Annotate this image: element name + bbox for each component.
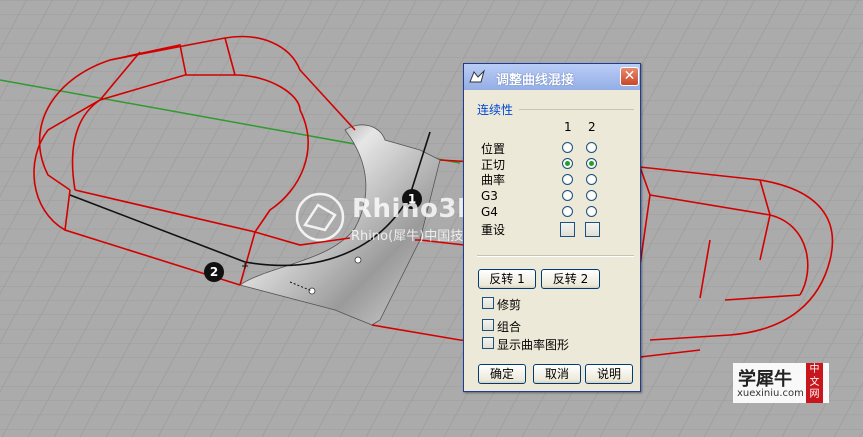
reset-label: 重设 bbox=[481, 223, 506, 237]
continuity-group-label: 连续性 bbox=[477, 103, 514, 117]
continuity-label-position: 位置 bbox=[481, 142, 506, 156]
radio-g4-end2[interactable] bbox=[586, 206, 597, 217]
reverse-2-button[interactable]: 反转 2 bbox=[541, 269, 600, 289]
brand-badge-text: 中文网 bbox=[809, 364, 820, 400]
brand-badge: 中文网 bbox=[806, 363, 823, 403]
help-button[interactable]: 说明 bbox=[585, 364, 633, 384]
radio-position-end2[interactable] bbox=[586, 142, 597, 153]
rhino-app-icon bbox=[469, 69, 485, 83]
reset-end2-button[interactable] bbox=[585, 222, 600, 237]
continuity-label-g3: G3 bbox=[481, 189, 498, 203]
group-divider bbox=[519, 109, 634, 110]
radio-tangency-end2[interactable] bbox=[586, 158, 597, 169]
show-curvature-checkbox[interactable] bbox=[482, 337, 494, 349]
brand-url: xuexiniu.com bbox=[737, 388, 804, 399]
close-button[interactable]: ✕ bbox=[620, 67, 639, 86]
join-checkbox[interactable] bbox=[482, 319, 494, 331]
dialog-titlebar[interactable]: 调整曲线混接 ✕ bbox=[464, 64, 640, 90]
continuity-label-curvature: 曲率 bbox=[481, 173, 506, 187]
reset-end1-button[interactable] bbox=[560, 222, 575, 237]
radio-curvature-end1[interactable] bbox=[562, 174, 573, 185]
cancel-button[interactable]: 取消 bbox=[533, 364, 581, 384]
radio-tangency-end1[interactable] bbox=[562, 158, 573, 169]
trim-checkbox[interactable] bbox=[482, 297, 494, 309]
trim-label: 修剪 bbox=[497, 298, 522, 312]
radio-curvature-end2[interactable] bbox=[586, 174, 597, 185]
column-header-1: 1 bbox=[564, 120, 572, 134]
show-curvature-label: 显示曲率图形 bbox=[497, 338, 570, 352]
ok-button[interactable]: 确定 bbox=[478, 364, 526, 384]
radio-position-end1[interactable] bbox=[562, 142, 573, 153]
close-icon: ✕ bbox=[623, 68, 636, 84]
join-label: 组合 bbox=[497, 320, 522, 334]
radio-g4-end1[interactable] bbox=[562, 206, 573, 217]
continuity-label-g4: G4 bbox=[481, 205, 498, 219]
dialog-title: 调整曲线混接 bbox=[496, 73, 575, 88]
reverse-1-button[interactable]: 反转 1 bbox=[478, 269, 536, 289]
marker-2: 2 bbox=[204, 262, 224, 282]
column-header-2: 2 bbox=[588, 120, 596, 134]
separator bbox=[477, 255, 634, 257]
radio-g3-end1[interactable] bbox=[562, 190, 573, 201]
adjust-curve-blend-dialog: 调整曲线混接 ✕ 连续性 1 2 位置 正切 曲率 G3 G4 重设 反转 1 … bbox=[463, 63, 641, 392]
radio-g3-end2[interactable] bbox=[586, 190, 597, 201]
